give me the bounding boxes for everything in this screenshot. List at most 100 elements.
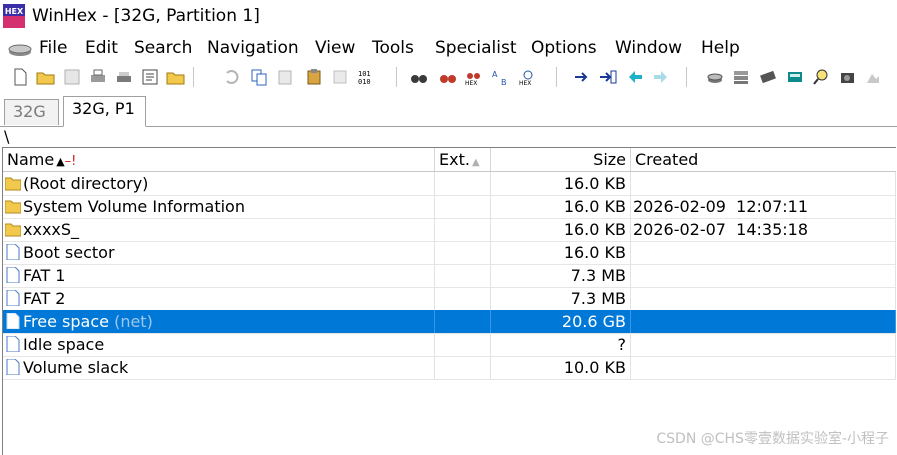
row-name-text: Free space (23, 312, 109, 331)
row-name: (Root directory) (3, 172, 435, 195)
svg-text:HEX: HEX (5, 7, 24, 16)
row-name: Boot sector (3, 241, 435, 264)
menu-help[interactable]: Help (701, 38, 740, 58)
replace-text-icon[interactable]: HEX (463, 66, 485, 88)
table-row[interactable]: System Volume Information 16.0 KB 2026-0… (3, 195, 896, 219)
row-size: 16.0 KB (491, 241, 631, 264)
paste-icon[interactable] (274, 66, 296, 88)
menu-options[interactable]: Options (531, 38, 597, 58)
table-row[interactable]: FAT 2 7.3 MB (3, 287, 896, 311)
watermark: CSDN @CHS零壹数据实验室-小程子 (656, 431, 889, 447)
row-ext (435, 241, 491, 264)
save-icon[interactable] (61, 66, 83, 88)
clipboard-icon[interactable] (303, 66, 325, 88)
goto-sector-icon[interactable] (597, 66, 619, 88)
sort-secondary-icon: ▲ (471, 157, 480, 168)
sort-ascending-icon: ▲ (56, 155, 65, 168)
svg-text:010: 010 (358, 78, 371, 86)
toolbar: 101 010 HEX AB HEX (0, 64, 897, 92)
row-size: 10.0 KB (491, 356, 631, 379)
column-header-name[interactable]: Name ▲–! (3, 148, 435, 171)
svg-text:HEX: HEX (465, 80, 477, 86)
row-created: 2026-02-07 14:35:18 (631, 218, 896, 241)
undo-icon[interactable] (219, 66, 241, 88)
binary-icon[interactable]: 101 010 (356, 66, 378, 88)
table-row[interactable]: Boot sector 16.0 KB (3, 241, 896, 265)
row-created (631, 333, 896, 356)
copy-icon[interactable] (248, 66, 270, 88)
table-row[interactable]: Idle space ? (3, 333, 896, 357)
table-row-selected[interactable]: Free space (net) 20.6 GB (3, 310, 896, 334)
window-title: WinHex - [32G, Partition 1] (32, 6, 260, 26)
properties-icon[interactable] (139, 66, 161, 88)
row-size: 20.6 GB (491, 310, 631, 333)
table-row[interactable]: FAT 1 7.3 MB (3, 264, 896, 288)
row-ext (435, 264, 491, 287)
open-folder-icon[interactable] (165, 66, 187, 88)
title-bar: HEX WinHex - [32G, Partition 1] (0, 0, 897, 34)
row-size: 7.3 MB (491, 287, 631, 310)
table-row[interactable]: Volume slack 10.0 KB (3, 356, 896, 380)
row-created (631, 356, 896, 379)
find-text-icon[interactable] (408, 66, 430, 88)
copy-block-icon[interactable] (329, 66, 351, 88)
row-ext (435, 172, 491, 195)
table-row[interactable]: xxxxS_ 16.0 KB 2026-02-07 14:35:18 (3, 218, 896, 242)
column-label-size: Size (593, 150, 626, 169)
row-name: System Volume Information (3, 195, 435, 218)
column-label-ext: Ext. (439, 150, 470, 169)
menu-file[interactable]: File (39, 38, 67, 58)
svg-text:A: A (492, 70, 498, 79)
directory-table: Name ▲–! Ext. ▲ Size Created (Root directo… (2, 147, 896, 455)
menu-navigation[interactable]: Navigation (207, 38, 299, 58)
column-header-ext[interactable]: Ext. ▲ (435, 148, 491, 171)
row-name: xxxxS_ (3, 218, 435, 241)
row-name: Free space (net) (3, 310, 435, 333)
row-created (631, 264, 896, 287)
open-folder-icon[interactable] (35, 66, 57, 88)
column-label-name: Name (7, 150, 55, 169)
row-ext (435, 356, 491, 379)
camera-icon[interactable] (837, 66, 859, 88)
menu-edit[interactable]: Edit (85, 38, 118, 58)
tab-strip: 32G 32G, P1 (0, 94, 897, 127)
menu-window[interactable]: Window (615, 38, 682, 58)
menu-specialist[interactable]: Specialist (435, 38, 517, 58)
row-created (631, 310, 896, 333)
menu-search[interactable]: Search (134, 38, 192, 58)
toolbar-separator (556, 67, 557, 87)
column-header-size[interactable]: Size (491, 148, 631, 171)
disk-stack-icon[interactable] (730, 66, 752, 88)
tab-32g[interactable]: 32G (4, 99, 59, 125)
info-icon[interactable] (862, 66, 884, 88)
ram-editor-icon[interactable] (757, 66, 779, 88)
table-row[interactable]: (Root directory) 16.0 KB (3, 172, 896, 196)
row-name: Idle space (3, 333, 435, 356)
row-created (631, 241, 896, 264)
row-name-suffix: (net) (114, 312, 153, 331)
tab-32g-p1[interactable]: 32G, P1 (63, 96, 146, 127)
back-icon[interactable] (624, 66, 646, 88)
menu-tools[interactable]: Tools (372, 38, 414, 58)
menu-view[interactable]: View (315, 38, 355, 58)
row-ext (435, 310, 491, 333)
new-file-icon[interactable] (9, 66, 31, 88)
toolbar-separator (193, 67, 194, 87)
row-size: 16.0 KB (491, 195, 631, 218)
print-setup-icon[interactable] (113, 66, 135, 88)
system-menu-icon[interactable] (8, 42, 32, 56)
magnifier-icon[interactable] (810, 66, 832, 88)
sort-indicator-icon: –! (64, 154, 77, 169)
find-hex-icon[interactable] (437, 66, 459, 88)
calculator-icon[interactable] (784, 66, 806, 88)
forward-icon[interactable] (650, 66, 672, 88)
svg-text:HEX: HEX (519, 80, 531, 86)
menu-bar: File Edit Search Navigation View Tools S… (0, 35, 897, 63)
search-hex-icon[interactable]: HEX (517, 66, 539, 88)
open-disk-icon[interactable] (704, 66, 726, 88)
column-header-created[interactable]: Created (631, 148, 896, 171)
replace-hex-icon[interactable]: AB (490, 66, 512, 88)
print-icon[interactable] (87, 66, 109, 88)
goto-offset-icon[interactable] (571, 66, 593, 88)
row-created (631, 287, 896, 310)
